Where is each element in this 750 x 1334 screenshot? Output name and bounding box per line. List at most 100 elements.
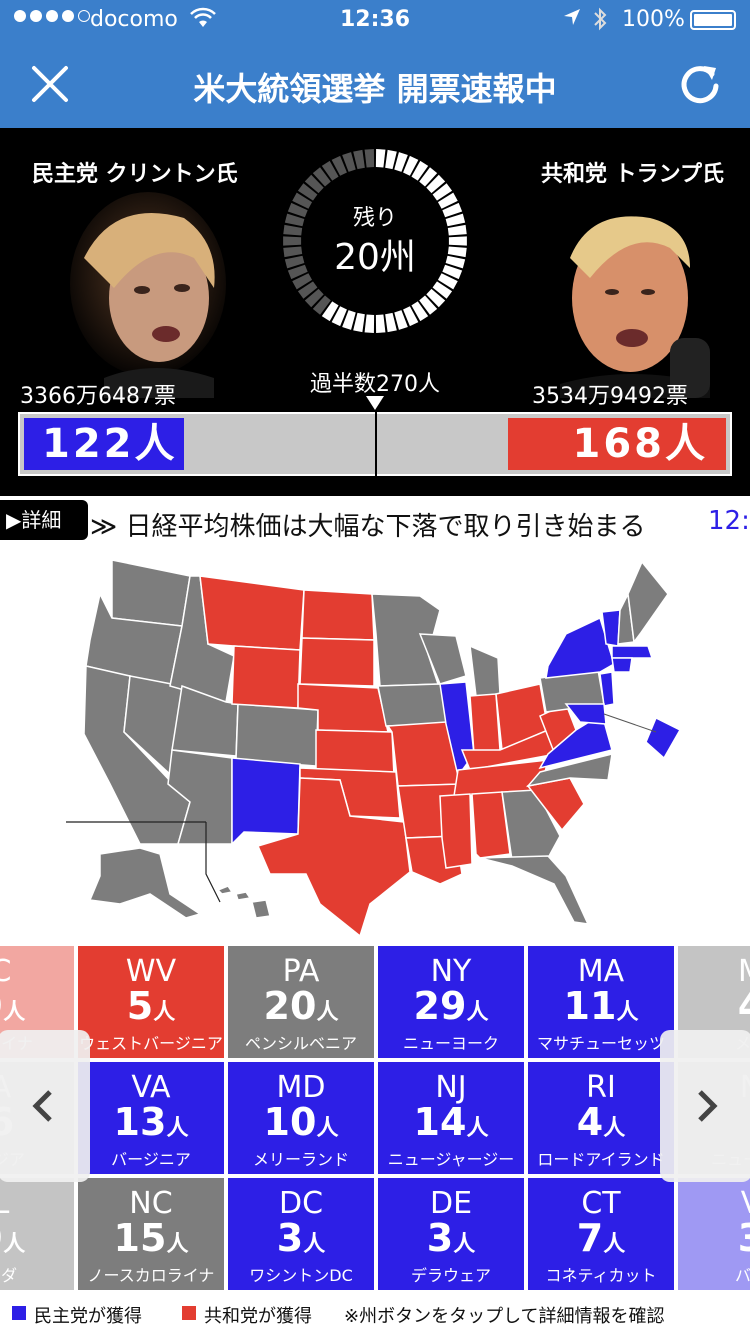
state-button[interactable]: NY 29人 ニューヨーク [378, 946, 524, 1058]
state-electors-unit: 人 [466, 1000, 489, 1025]
state-electors: 10人 [228, 1102, 374, 1149]
state-electors-value: 3 [426, 1216, 454, 1260]
rep-legend-label: 共和党が獲得 [204, 1306, 312, 1327]
state-button[interactable]: NC 15人 ノースカロライナ [78, 1178, 224, 1290]
state-button[interactable]: MA 11人 マサチューセッツ [528, 946, 674, 1058]
map-state-nm [231, 757, 301, 846]
state-electors-value: 5 [126, 984, 154, 1028]
state-name: ニューヨーク [402, 1034, 499, 1053]
state-electors-value: 4 [738, 984, 750, 1028]
ring-segment [375, 314, 386, 333]
dem-legend-swatch [12, 1306, 26, 1320]
state-button[interactable]: CT 7人 コネティカット [528, 1178, 674, 1290]
state-electors-value: 10 [263, 1100, 317, 1144]
us-results-map[interactable] [0, 554, 750, 944]
state-button[interactable]: VA 13人 バージニア [78, 1062, 224, 1174]
state-electors-unit: 人 [616, 1000, 639, 1025]
state-electors-unit: 人 [316, 1000, 339, 1025]
dem-electors: 122人 [24, 418, 184, 470]
ring-segment [353, 149, 365, 170]
state-name: ノースカロライナ [87, 1266, 215, 1285]
state-button[interactable]: V3バー [678, 1178, 750, 1290]
state-electors-value: 13 [113, 1100, 167, 1144]
state-electors: 20人 [228, 986, 374, 1033]
state-button[interactable]: DE 3人 デラウェア [378, 1178, 524, 1290]
state-electors-unit: 人 [153, 1000, 176, 1025]
state-electors-value: 4 [576, 1100, 604, 1144]
state-electors-value: 3 [738, 1216, 750, 1260]
state-electors-unit: 人 [3, 1232, 26, 1257]
state-electors: 13人 [78, 1102, 224, 1149]
state-button[interactable]: DC 3人 ワシントンDC [228, 1178, 374, 1290]
state-electors: 4人 [528, 1102, 674, 1149]
prev-page-button[interactable] [0, 1030, 90, 1182]
states-grid: C9人ロライナWV5人ウェストバージニアPA20人ペンシルベニアNY29人ニュー… [0, 944, 750, 1294]
details-button[interactable]: ▶詳細 [0, 500, 88, 540]
chevron-left-icon [32, 1090, 52, 1122]
state-electors: 9人 [0, 1218, 74, 1265]
bluetooth-icon [592, 6, 608, 38]
state-button[interactable]: L9人リダ [0, 1178, 74, 1290]
state-electors: 3人 [228, 1218, 374, 1265]
state-electors-unit: 人 [466, 1116, 489, 1141]
electoral-vote-bar: 122人 168人 [18, 410, 732, 478]
state-name: マサチューセッツ [536, 1034, 665, 1053]
map-state-ma [611, 645, 654, 659]
battery-icon [690, 10, 736, 30]
map-state-me [627, 560, 669, 644]
state-name: ペンシルベニア [244, 1034, 357, 1053]
state-button[interactable]: WV 5人 ウェストバージニア [78, 946, 224, 1058]
chevron-right-icon [698, 1090, 718, 1122]
map-state-hi [216, 885, 271, 919]
state-electors: 7人 [528, 1218, 674, 1265]
map-state-sd [299, 637, 375, 687]
ticker-text[interactable]: ≫ 日経平均株価は大幅な下落で取り引き始まる [90, 506, 645, 543]
rep-legend-swatch [182, 1306, 196, 1320]
status-bar: docomo 12:36 100% [0, 0, 750, 40]
map-state-in [469, 693, 501, 755]
state-electors-unit: 人 [166, 1232, 189, 1257]
state-button[interactable]: RI 4人 ロードアイランド [528, 1062, 674, 1174]
state-code: L [0, 1186, 10, 1221]
remaining-states-count: 20州 [334, 237, 416, 278]
legend: 民主党が獲得 共和党が獲得 ※州ボタンをタップして詳細情報を確認 [0, 1294, 750, 1334]
majority-threshold-label: 過半数270人 [310, 372, 440, 397]
nav-bar: 米大統領選挙 開票速報中 [0, 40, 750, 128]
map-state-ms [439, 793, 473, 869]
state-button[interactable]: MD 10人 メリーランド [228, 1062, 374, 1174]
trump-photo [540, 188, 740, 398]
map-state-mt [199, 575, 305, 651]
map-state-wy [231, 645, 301, 709]
map-state-ct [611, 657, 633, 673]
state-name: バージニア [111, 1150, 191, 1169]
state-electors-value: 20 [263, 984, 317, 1028]
refresh-icon [681, 66, 719, 104]
legend-note: ※州ボタンをタップして詳細情報を確認 [344, 1306, 665, 1327]
ticker-time: 12: [708, 506, 750, 536]
state-code: C [0, 954, 12, 989]
state-name: ロードアイランド [537, 1150, 665, 1169]
state-button[interactable]: PA 20人 ペンシルベニア [228, 946, 374, 1058]
rep-popular-votes: 3534万9492票 [532, 384, 688, 409]
map-state-mi [469, 644, 501, 697]
state-electors-unit: 人 [3, 1000, 26, 1025]
state-electors-value: 29 [413, 984, 467, 1028]
state-button[interactable]: NJ 14人 ニュージャージー [378, 1062, 524, 1174]
state-name: ニュージャージー [387, 1150, 515, 1169]
state-electors-unit: 人 [316, 1116, 339, 1141]
results-header: 民主党 クリントン氏 共和党 トランプ氏 3366万6487票 3534万949… [0, 128, 750, 496]
majority-line [375, 410, 377, 478]
state-electors-value: 3 [276, 1216, 304, 1260]
state-electors: 14人 [378, 1102, 524, 1149]
state-electors: 4 [678, 986, 750, 1033]
next-page-button[interactable] [660, 1030, 750, 1182]
battery-percent: 100% [622, 7, 685, 32]
state-electors: 3人 [378, 1218, 524, 1265]
state-electors-unit: 人 [166, 1116, 189, 1141]
ring-segment [375, 149, 386, 168]
refresh-button[interactable] [676, 60, 724, 108]
map-state-ak [88, 847, 202, 919]
ring-segment [353, 312, 365, 333]
state-electors-unit: 人 [303, 1232, 326, 1257]
rep-candidate-label: 共和党 トランプ氏 [541, 162, 724, 187]
